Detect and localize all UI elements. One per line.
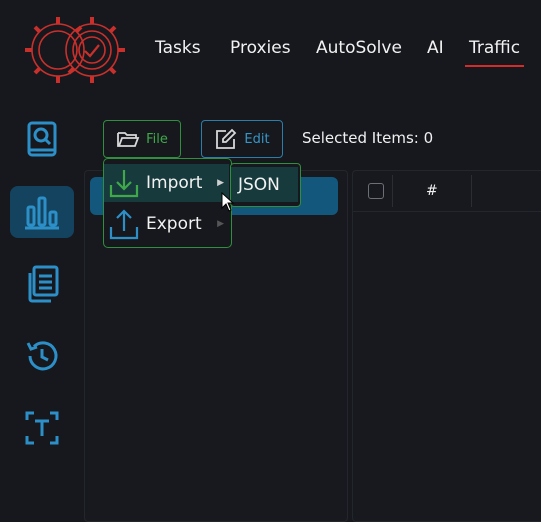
nav-traffic-label: Traffic [469, 38, 521, 58]
text-box-icon[interactable] [20, 406, 64, 450]
nav-traffic[interactable]: Traffic [465, 38, 525, 67]
column-header-number[interactable]: # [426, 183, 438, 199]
nav-ai[interactable]: AI [427, 38, 444, 58]
app-logo [22, 14, 130, 86]
folder-icon [116, 129, 140, 149]
file-button[interactable]: File [103, 120, 181, 158]
submenu-arrow-icon: ▶ [217, 219, 224, 229]
upload-icon [108, 207, 140, 241]
traffic-table [352, 170, 541, 522]
submenu-arrow-icon: ▶ [217, 178, 224, 188]
download-icon [108, 167, 140, 199]
documents-icon[interactable] [20, 262, 64, 306]
nav-proxies[interactable]: Proxies [230, 38, 291, 58]
submenu-item-json[interactable]: JSON [231, 167, 298, 202]
nav-active-underline [465, 65, 525, 67]
column-divider [392, 175, 393, 207]
menu-item-import-label: Import [146, 173, 203, 193]
edit-icon [214, 128, 238, 150]
selected-items-count: Selected Items: 0 [302, 129, 434, 147]
nav-autosolve[interactable]: AutoSolve [316, 38, 402, 58]
menu-item-export[interactable]: Export ▶ [108, 205, 228, 243]
bar-chart-icon[interactable] [20, 190, 64, 234]
mouse-cursor-icon [221, 191, 235, 216]
edit-button[interactable]: Edit [201, 120, 283, 158]
column-divider [471, 175, 472, 207]
file-button-label: File [146, 131, 168, 147]
menu-item-import[interactable]: Import ▶ [108, 165, 228, 201]
search-book-icon[interactable] [20, 118, 64, 162]
edit-button-label: Edit [244, 131, 270, 147]
history-icon[interactable] [20, 334, 64, 378]
nav-tasks[interactable]: Tasks [155, 38, 201, 58]
submenu-item-json-label: JSON [238, 175, 280, 195]
select-all-checkbox[interactable] [368, 183, 384, 199]
menu-item-export-label: Export [146, 214, 202, 234]
